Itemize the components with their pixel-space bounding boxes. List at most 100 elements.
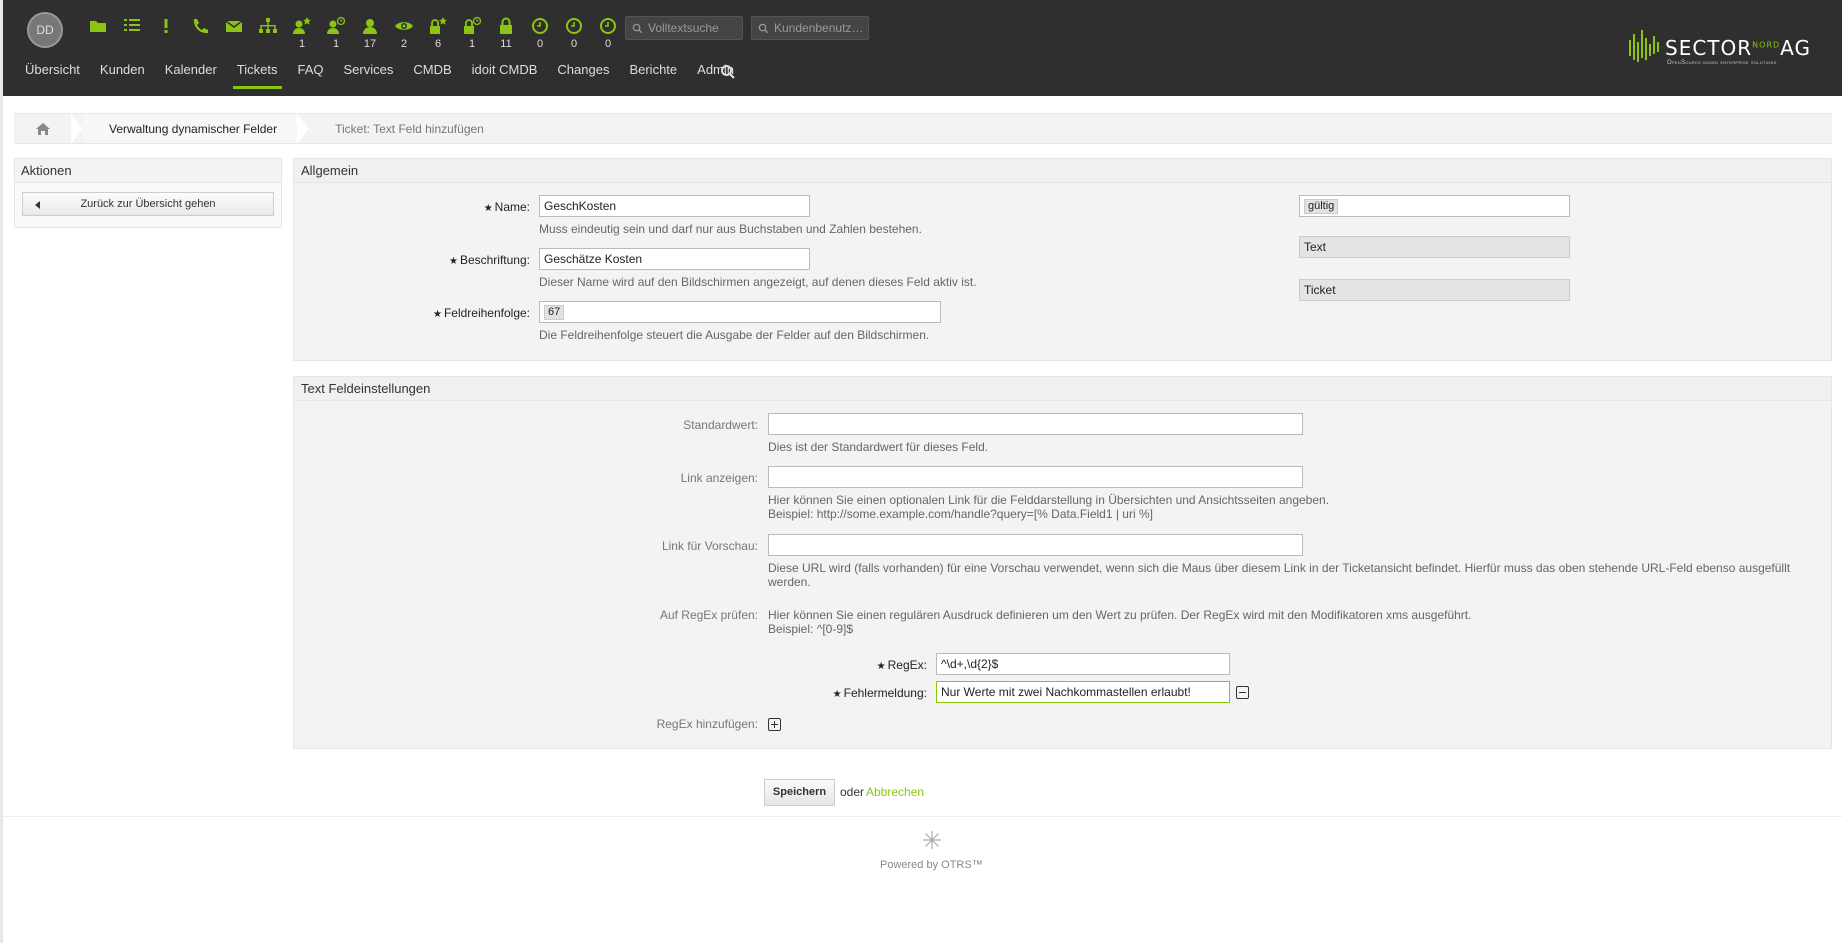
search-icon xyxy=(758,23,769,33)
text-settings-title: Text Feldeinstellungen xyxy=(294,377,1831,401)
toolbar-folder-icon[interactable] xyxy=(81,16,115,54)
cancel-link[interactable]: Abbrechen xyxy=(866,785,924,799)
exclamation-icon xyxy=(164,19,168,33)
remove-regex-icon[interactable] xyxy=(1236,686,1249,699)
link-label: Link anzeigen: xyxy=(680,471,758,485)
preview-link-hint: Diese URL wird (falls vorhanden) für ein… xyxy=(768,561,1791,589)
lock-icon xyxy=(500,17,512,34)
toolbar-clock-icon-2[interactable]: 0 xyxy=(557,16,591,54)
error-message-label: ★ Fehlermeldung: xyxy=(832,686,927,700)
lock-clock-icon xyxy=(464,16,482,34)
user-avatar[interactable]: DD xyxy=(27,12,63,48)
preview-link-input[interactable] xyxy=(768,534,1303,556)
powered-by-text[interactable]: Powered by OTRS™ xyxy=(880,859,983,871)
user-star-icon xyxy=(293,17,311,34)
nav-services[interactable]: Services xyxy=(344,62,394,92)
toolbar-user-clock-icon[interactable]: 1 xyxy=(319,16,353,54)
add-regex-label: RegEx hinzufügen: xyxy=(656,717,758,731)
eye-icon xyxy=(395,22,413,30)
link-hint: Hier können Sie einen optionalen Link fü… xyxy=(768,493,1330,521)
caret-left-icon xyxy=(35,201,40,209)
validity-select[interactable]: gültig xyxy=(1299,195,1570,217)
breadcrumb-item-dynamic-fields[interactable]: Verwaltung dynamischer Felder xyxy=(83,114,298,143)
lock-star-icon xyxy=(430,17,447,34)
regex-check-label: Auf RegEx prüfen: xyxy=(659,608,758,622)
user-icon xyxy=(363,19,377,34)
sidebar-title: Aktionen xyxy=(15,159,281,183)
toolbar: 1 1 17 2 6 1 11 0 0 0 xyxy=(81,16,625,54)
caption-hint: Dieser Name wird auf den Bildschirmen an… xyxy=(539,275,977,289)
nav-tickets[interactable]: Tickets xyxy=(232,62,282,92)
nav-cmdb[interactable]: CMDB xyxy=(413,62,451,92)
link-input[interactable] xyxy=(768,466,1303,488)
default-value-hint: Dies ist der Standardwert für dieses Fel… xyxy=(768,440,989,454)
envelope-icon xyxy=(225,20,243,32)
actions-sidebar: Aktionen Zurück zur Übersicht gehen xyxy=(14,158,282,228)
clock-icon xyxy=(566,18,582,34)
caption-input[interactable]: Geschätze Kosten xyxy=(539,248,810,270)
company-logo: SECTORNORDAG OpenSource based enterprise… xyxy=(1627,22,1827,74)
nav-idoit-cmdb[interactable]: idoit CMDB xyxy=(472,62,538,92)
breadcrumb: Verwaltung dynamischer Felder Ticket: Te… xyxy=(14,113,1832,144)
field-order-label: ★ Feldreihenfolge: xyxy=(432,306,530,320)
regex-label: ★ RegEx: xyxy=(876,658,927,672)
toolbar-eye-icon[interactable]: 2 xyxy=(387,16,421,54)
toolbar-lock-clock-icon[interactable]: 1 xyxy=(455,16,489,54)
main-nav: Übersicht Kunden Kalender Tickets FAQ Se… xyxy=(25,62,754,92)
caption-label: ★ Beschriftung: xyxy=(448,253,530,267)
back-to-overview-button[interactable]: Zurück zur Übersicht gehen xyxy=(22,192,274,216)
toolbar-user-star-icon[interactable]: 1 xyxy=(285,16,319,54)
toolbar-exclamation-icon[interactable] xyxy=(149,16,183,54)
toolbar-clock-icon-1[interactable]: 0 xyxy=(523,16,557,54)
user-clock-icon xyxy=(327,16,346,34)
sitemap-icon xyxy=(259,18,277,33)
objecttype-value: Ticket xyxy=(1299,279,1570,301)
regex-check-hint: Hier können Sie einen regulären Ausdruck… xyxy=(768,608,1472,636)
list-icon xyxy=(124,19,140,31)
home-icon xyxy=(35,122,50,135)
field-order-select[interactable]: 67 xyxy=(539,301,941,323)
name-input[interactable]: GeschKosten xyxy=(539,195,810,217)
general-widget: Allgemein ★ Name: GeschKosten Muss eindeu… xyxy=(293,158,1832,361)
fieldtype-value: Text xyxy=(1299,236,1570,258)
toolbar-list-icon[interactable] xyxy=(115,16,149,54)
customer-search-input[interactable]: Kundenbenutz… xyxy=(751,16,869,40)
nav-uebersicht[interactable]: Übersicht xyxy=(25,62,80,92)
preview-link-label: Link für Vorschau: xyxy=(661,539,758,553)
toolbar-sitemap-icon[interactable] xyxy=(251,16,285,54)
breadcrumb-item-current: Ticket: Text Feld hinzufügen xyxy=(335,121,484,136)
or-text: oder xyxy=(840,785,865,799)
toolbar-user-icon[interactable]: 17 xyxy=(353,16,387,54)
nav-changes[interactable]: Changes xyxy=(557,62,609,92)
nav-search-icon[interactable] xyxy=(720,64,736,83)
text-settings-widget: Text Feldeinstellungen Standardwert: Die… xyxy=(293,376,1832,749)
nav-kunden[interactable]: Kunden xyxy=(100,62,145,92)
folder-icon xyxy=(90,21,106,32)
toolbar-lock-icon[interactable]: 11 xyxy=(489,16,523,54)
field-order-hint: Die Feldreihenfolge steuert die Ausgabe … xyxy=(539,328,930,342)
name-hint: Muss eindeutig sein und darf nur aus Buc… xyxy=(539,222,922,236)
save-button[interactable]: Speichern xyxy=(764,779,835,806)
search-icon xyxy=(632,23,643,33)
top-header: DD 1 1 17 2 6 1 11 0 0 0 Volltextsuche K… xyxy=(0,0,1842,96)
nav-kalender[interactable]: Kalender xyxy=(165,62,217,92)
nav-berichte[interactable]: Berichte xyxy=(629,62,677,92)
nav-faq[interactable]: FAQ xyxy=(298,62,324,92)
name-label: ★ Name: xyxy=(483,200,530,214)
general-widget-title: Allgemein xyxy=(294,159,1831,183)
otrs-icon xyxy=(923,831,941,849)
add-regex-icon[interactable] xyxy=(768,718,781,731)
default-value-input[interactable] xyxy=(768,413,1303,435)
phone-icon xyxy=(193,19,208,34)
clock-icon xyxy=(600,18,616,34)
fulltext-search-input[interactable]: Volltextsuche xyxy=(625,16,743,40)
clock-icon xyxy=(532,18,548,34)
breadcrumb-home[interactable] xyxy=(14,114,71,143)
toolbar-phone-icon[interactable] xyxy=(183,16,217,54)
toolbar-clock-icon-3[interactable]: 0 xyxy=(591,16,625,54)
toolbar-envelope-icon[interactable] xyxy=(217,16,251,54)
toolbar-lock-star-icon[interactable]: 6 xyxy=(421,16,455,54)
default-value-label: Standardwert: xyxy=(683,418,758,432)
regex-input[interactable]: ^\d+,\d{2}$ xyxy=(936,653,1230,675)
error-message-input[interactable]: Nur Werte mit zwei Nachkommastellen erla… xyxy=(936,681,1230,703)
